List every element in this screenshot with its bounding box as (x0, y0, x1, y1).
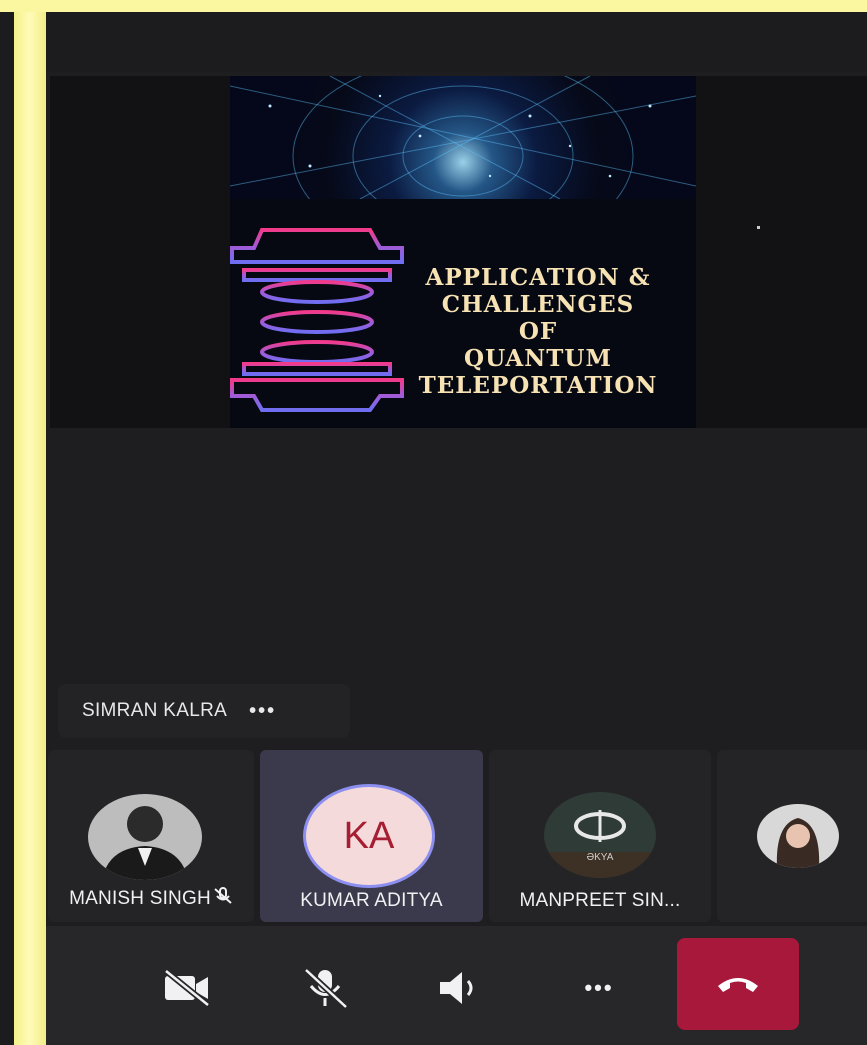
presenter-more-button[interactable]: ••• (249, 700, 276, 723)
left-edge-panel (0, 12, 14, 1045)
participant-strip: MANISH SINGH KA KUMAR ADITYA ƏKYA MANPRE… (46, 750, 867, 922)
avatar (757, 804, 839, 868)
avatar: ƏKYA (544, 792, 656, 878)
participant-tile-active[interactable]: KA KUMAR ADITYA (260, 750, 483, 922)
avatar (88, 794, 202, 880)
mic-off-icon (303, 967, 349, 1009)
phone-hangup-icon (718, 978, 758, 992)
participant-name: MANISH SINGH (48, 886, 254, 912)
pointer-dot (757, 226, 760, 229)
meeting-window: APPLICATION & CHALLENGES OF QUANTUM TELE… (46, 12, 867, 1045)
video-off-icon (164, 968, 210, 1008)
participant-name: KUMAR ADITYA (300, 890, 443, 911)
meeting-header (46, 12, 867, 72)
shared-screen[interactable]: APPLICATION & CHALLENGES OF QUANTUM TELE… (50, 76, 867, 428)
svg-text:ƏKYA: ƏKYA (587, 852, 614, 863)
camera-toggle-button[interactable] (160, 966, 214, 1010)
mic-toggle-button[interactable] (298, 966, 352, 1010)
speaker-toggle-button[interactable] (434, 966, 488, 1010)
participant-tile[interactable]: ƏKYA MANPREET SIN... (489, 750, 711, 922)
participant-tile[interactable]: MANISH SINGH (48, 750, 254, 922)
slide-title: APPLICATION & CHALLENGES OF QUANTUM TELE… (418, 264, 658, 399)
presentation-slide: APPLICATION & CHALLENGES OF QUANTUM TELE… (230, 76, 696, 428)
initials-avatar: KA (303, 784, 435, 888)
call-controls: ••• (46, 926, 867, 1045)
mic-off-icon (213, 886, 233, 912)
slide-banner-image (230, 76, 696, 199)
presenter-tag[interactable]: SIMRAN KALRA ••• (58, 684, 350, 738)
more-options-button[interactable]: ••• (572, 966, 626, 1010)
presenter-name: SIMRAN KALRA (82, 700, 228, 721)
screen-top-edge (0, 0, 867, 12)
hangup-button[interactable] (677, 938, 799, 1030)
speaker-icon (440, 972, 473, 1004)
participant-name: MANPREET SIN... (519, 890, 681, 911)
participant-tile[interactable] (717, 750, 867, 922)
window-border (14, 12, 46, 1045)
